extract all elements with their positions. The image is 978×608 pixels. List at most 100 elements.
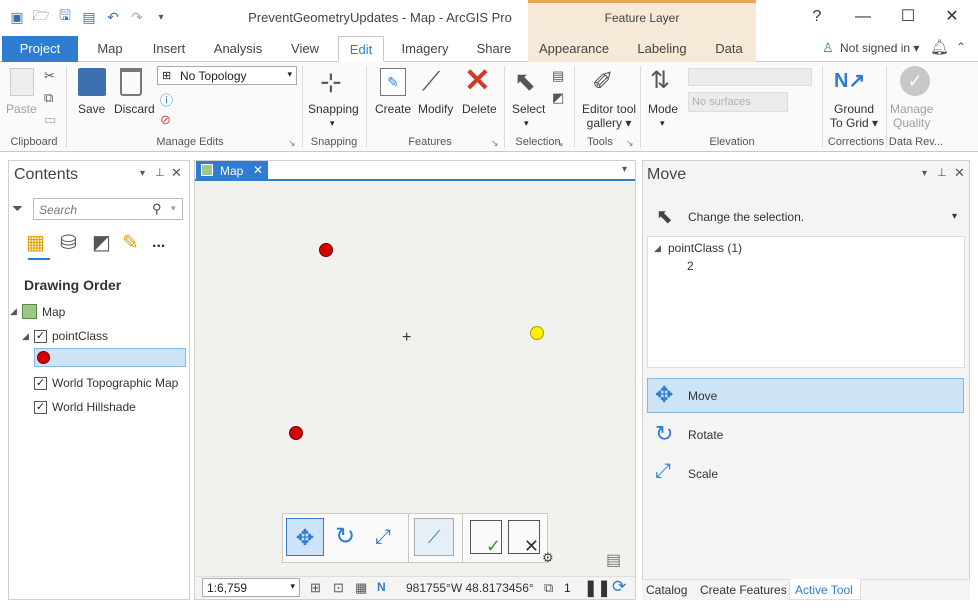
layer-name[interactable]: World Topographic Map [52,376,178,390]
minimize-button[interactable]: — [848,6,878,28]
tab-appearance[interactable]: Appearance [534,36,614,62]
toggle-vertices-icon[interactable]: ⟋ [414,518,454,556]
north-arrow-icon[interactable]: N [377,580,386,594]
yellow-selected-point-feature[interactable] [530,326,544,340]
tab-active-tool[interactable]: Active Tool [795,583,853,597]
surfaces-dropdown[interactable]: No surfaces [688,92,788,112]
cancel-icon[interactable]: ✕ [508,520,540,556]
chevron-down-icon[interactable]: ▾ [622,164,627,175]
gear-icon[interactable]: ⚙ [542,550,554,566]
rotate-tool-icon[interactable]: ↻ [326,518,364,556]
editor-tool-gallery-button[interactable]: Editor tool gallery ▾ [582,102,636,130]
dialog-launcher-icon[interactable]: ↘ [491,138,499,149]
tab-imagery[interactable]: Imagery [396,36,454,62]
topology-dropdown[interactable]: ⊞ No Topology ▾ [157,66,297,85]
layer-checkbox[interactable]: ✓ [34,401,47,414]
maximize-button[interactable]: ☐ [893,6,923,28]
selected-features-icon[interactable]: ⧉ [544,580,553,596]
help-button[interactable]: ? [802,6,832,28]
manage-quality-button[interactable]: Manage Quality [890,102,933,130]
layer-checkbox[interactable]: ✓ [34,377,47,390]
discard-button[interactable]: Discard [114,102,155,116]
layer-name[interactable]: pointClass [52,329,108,343]
notes-icon[interactable]: ▤ [606,550,621,570]
rotate-tool-label[interactable]: Rotate [688,428,723,442]
paste-button[interactable]: Paste [6,102,37,116]
tab-view[interactable]: View [284,36,326,62]
tab-catalog[interactable]: Catalog [646,583,687,597]
close-icon[interactable]: ✕ [954,165,965,181]
scale-tool-icon[interactable]: ⤢ [364,518,402,556]
create-button[interactable]: Create [375,102,411,116]
refresh-icon[interactable]: ⟳ [612,577,626,597]
info-icon[interactable]: ⓘ [160,90,173,109]
change-selection-label[interactable]: Change the selection. [688,210,804,224]
close-icon[interactable]: ✕ [253,163,263,177]
tab-edit[interactable]: Edit [338,36,384,62]
notification-bell-icon[interactable]: 🔔︎ [930,38,949,56]
ground-to-grid-button[interactable]: Ground To Grid ▾ [830,102,878,130]
expand-arrow-icon[interactable]: ◢ [10,306,17,317]
scale-dropdown[interactable]: 1:6,759 ▾ [202,578,300,597]
tab-insert[interactable]: Insert [146,36,192,62]
red-point-feature[interactable] [289,426,303,440]
map-node-label[interactable]: Map [42,305,65,319]
symbol-row-selected[interactable] [34,348,186,367]
cut-icon[interactable]: ✂ [44,68,55,84]
tab-map-view[interactable]: Map ✕ [196,161,268,181]
overview-icon[interactable]: ⊡ [333,580,344,596]
tab-data[interactable]: Data [706,36,752,62]
elevation-mode-button[interactable]: Mode [648,102,678,116]
pin-icon[interactable]: ⊥ [155,166,165,179]
elevation-value-field[interactable] [688,68,812,86]
list-by-selection-icon[interactable]: ◩ [92,230,111,255]
tab-analysis[interactable]: Analysis [208,36,268,62]
move-tool-icon[interactable]: ✥ [286,518,324,556]
finish-icon[interactable]: ✓ [470,520,502,556]
more-views-button[interactable]: ... [152,234,165,252]
pin-icon[interactable]: ⊥ [937,166,947,179]
copy-icon[interactable]: ⧉ [44,90,53,106]
dialog-launcher-icon[interactable]: ↘ [626,138,634,149]
grid-icon[interactable]: ▦ [355,580,367,596]
attributes-icon[interactable]: ▤ [552,68,564,84]
close-icon[interactable]: ✕ [171,165,182,181]
snapping-button[interactable]: Snapping [308,102,359,116]
change-selection-icon[interactable]: ⬉ [656,204,673,229]
dialog-launcher-icon[interactable]: ↘ [288,138,296,149]
red-point-feature[interactable] [319,243,333,257]
save-edits-button[interactable]: Save [78,102,105,116]
pane-options-icon[interactable]: ▾ [140,168,145,179]
selection-feature-id[interactable]: 2 [687,259,694,273]
close-button[interactable]: ✕ [937,6,967,28]
error-inspector-icon[interactable]: ⊘ [160,112,171,128]
fixed-zoom-icon[interactable]: ⊞ [310,580,321,596]
selection-layer-label[interactable]: pointClass (1) [668,241,742,255]
tab-map[interactable]: Map [90,36,130,62]
sign-in-status[interactable]: Not signed in ▾ [840,41,919,55]
pane-options-icon[interactable]: ▾ [922,168,927,179]
modify-button[interactable]: Modify [418,102,453,116]
layer-checkbox[interactable]: ✓ [34,330,47,343]
copy-path-icon[interactable]: ▭ [44,112,56,128]
scale-tool-label[interactable]: Scale [688,467,718,481]
delete-button[interactable]: Delete [462,102,497,116]
list-by-source-icon[interactable]: ⛁ [60,230,77,255]
select-button[interactable]: Select [512,102,545,116]
tab-share[interactable]: Share [470,36,518,62]
expand-arrow-icon[interactable]: ◢ [654,243,661,254]
dialog-launcher-icon[interactable]: ↘ [556,138,564,149]
filter-icon[interactable]: ⏷ [12,200,23,217]
list-by-editing-icon[interactable]: ✎ [122,230,139,255]
tab-project[interactable]: Project [2,36,78,62]
tab-labeling[interactable]: Labeling [630,36,694,62]
search-input[interactable]: Search ⚲ ▾ [33,198,183,220]
list-by-drawing-order-icon[interactable]: ▦ [26,230,52,256]
pause-drawing-icon[interactable]: ❚❚ [584,578,611,598]
layer-name[interactable]: World Hillshade [52,400,136,414]
select-by-location-icon[interactable]: ◩ [552,90,564,106]
chevron-down-icon[interactable]: ▾ [952,211,957,222]
tab-create-features[interactable]: Create Features [700,583,787,597]
ribbon-collapse-icon[interactable]: ⌃ [956,40,966,54]
expand-arrow-icon[interactable]: ◢ [22,331,29,342]
